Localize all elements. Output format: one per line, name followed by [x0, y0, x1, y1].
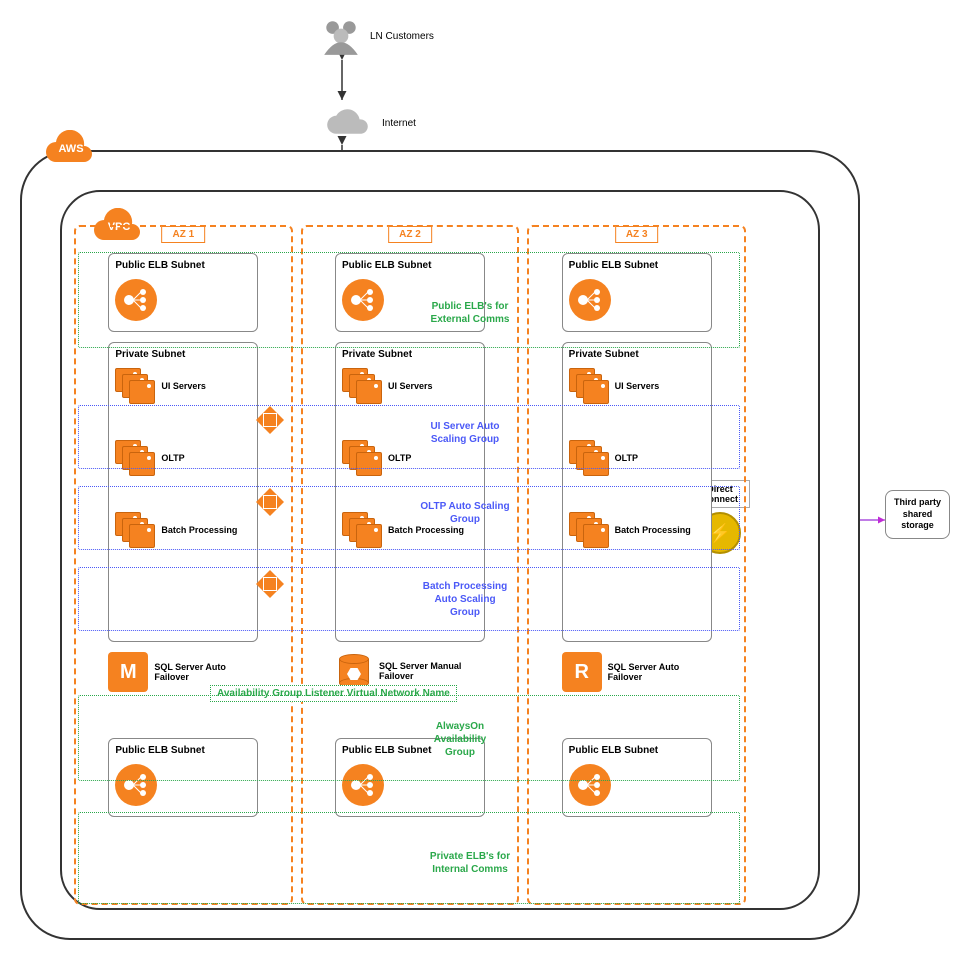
- ui-asg-group: [78, 405, 740, 469]
- server-stack-icon: [342, 368, 382, 404]
- customers: LN Customers: [320, 15, 434, 57]
- third-party-storage: Third party shared storage: [885, 490, 950, 539]
- internet-label: Internet: [382, 118, 416, 129]
- db-icon-m: M: [108, 652, 148, 692]
- ui-servers-label: UI Servers: [615, 381, 660, 391]
- ui-servers-label: UI Servers: [161, 381, 206, 391]
- subnet-title: Private Subnet: [115, 347, 251, 364]
- batch-asg-group: [78, 567, 740, 631]
- alwayson-group: [78, 695, 740, 781]
- subnet-title: Private Subnet: [569, 347, 705, 364]
- az-3-label: AZ 3: [615, 226, 659, 243]
- az-2-label: AZ 2: [388, 226, 432, 243]
- internet: Internet: [320, 105, 416, 141]
- sql-auto-label: SQL Server Auto Failover: [154, 662, 234, 682]
- sql-manual-label: SQL Server Manual Failover: [379, 661, 469, 681]
- customers-label: LN Customers: [370, 31, 434, 42]
- db-icon-r: R: [562, 652, 602, 692]
- server-stack-icon: [115, 368, 155, 404]
- subnet-title: Private Subnet: [342, 347, 478, 364]
- aws-cloud-badge: AWS: [40, 130, 102, 168]
- aws-label: AWS: [40, 130, 102, 168]
- az-1-label: AZ 1: [161, 226, 205, 243]
- ui-servers-label: UI Servers: [388, 381, 433, 391]
- server-stack-icon: [569, 368, 609, 404]
- users-icon: [320, 15, 362, 57]
- public-elb-group: [78, 252, 740, 348]
- private-elb-group: [78, 812, 740, 904]
- oltp-asg-group: [78, 486, 740, 550]
- sql-auto-label: SQL Server Auto Failover: [608, 662, 688, 682]
- cloud-icon: [320, 105, 374, 141]
